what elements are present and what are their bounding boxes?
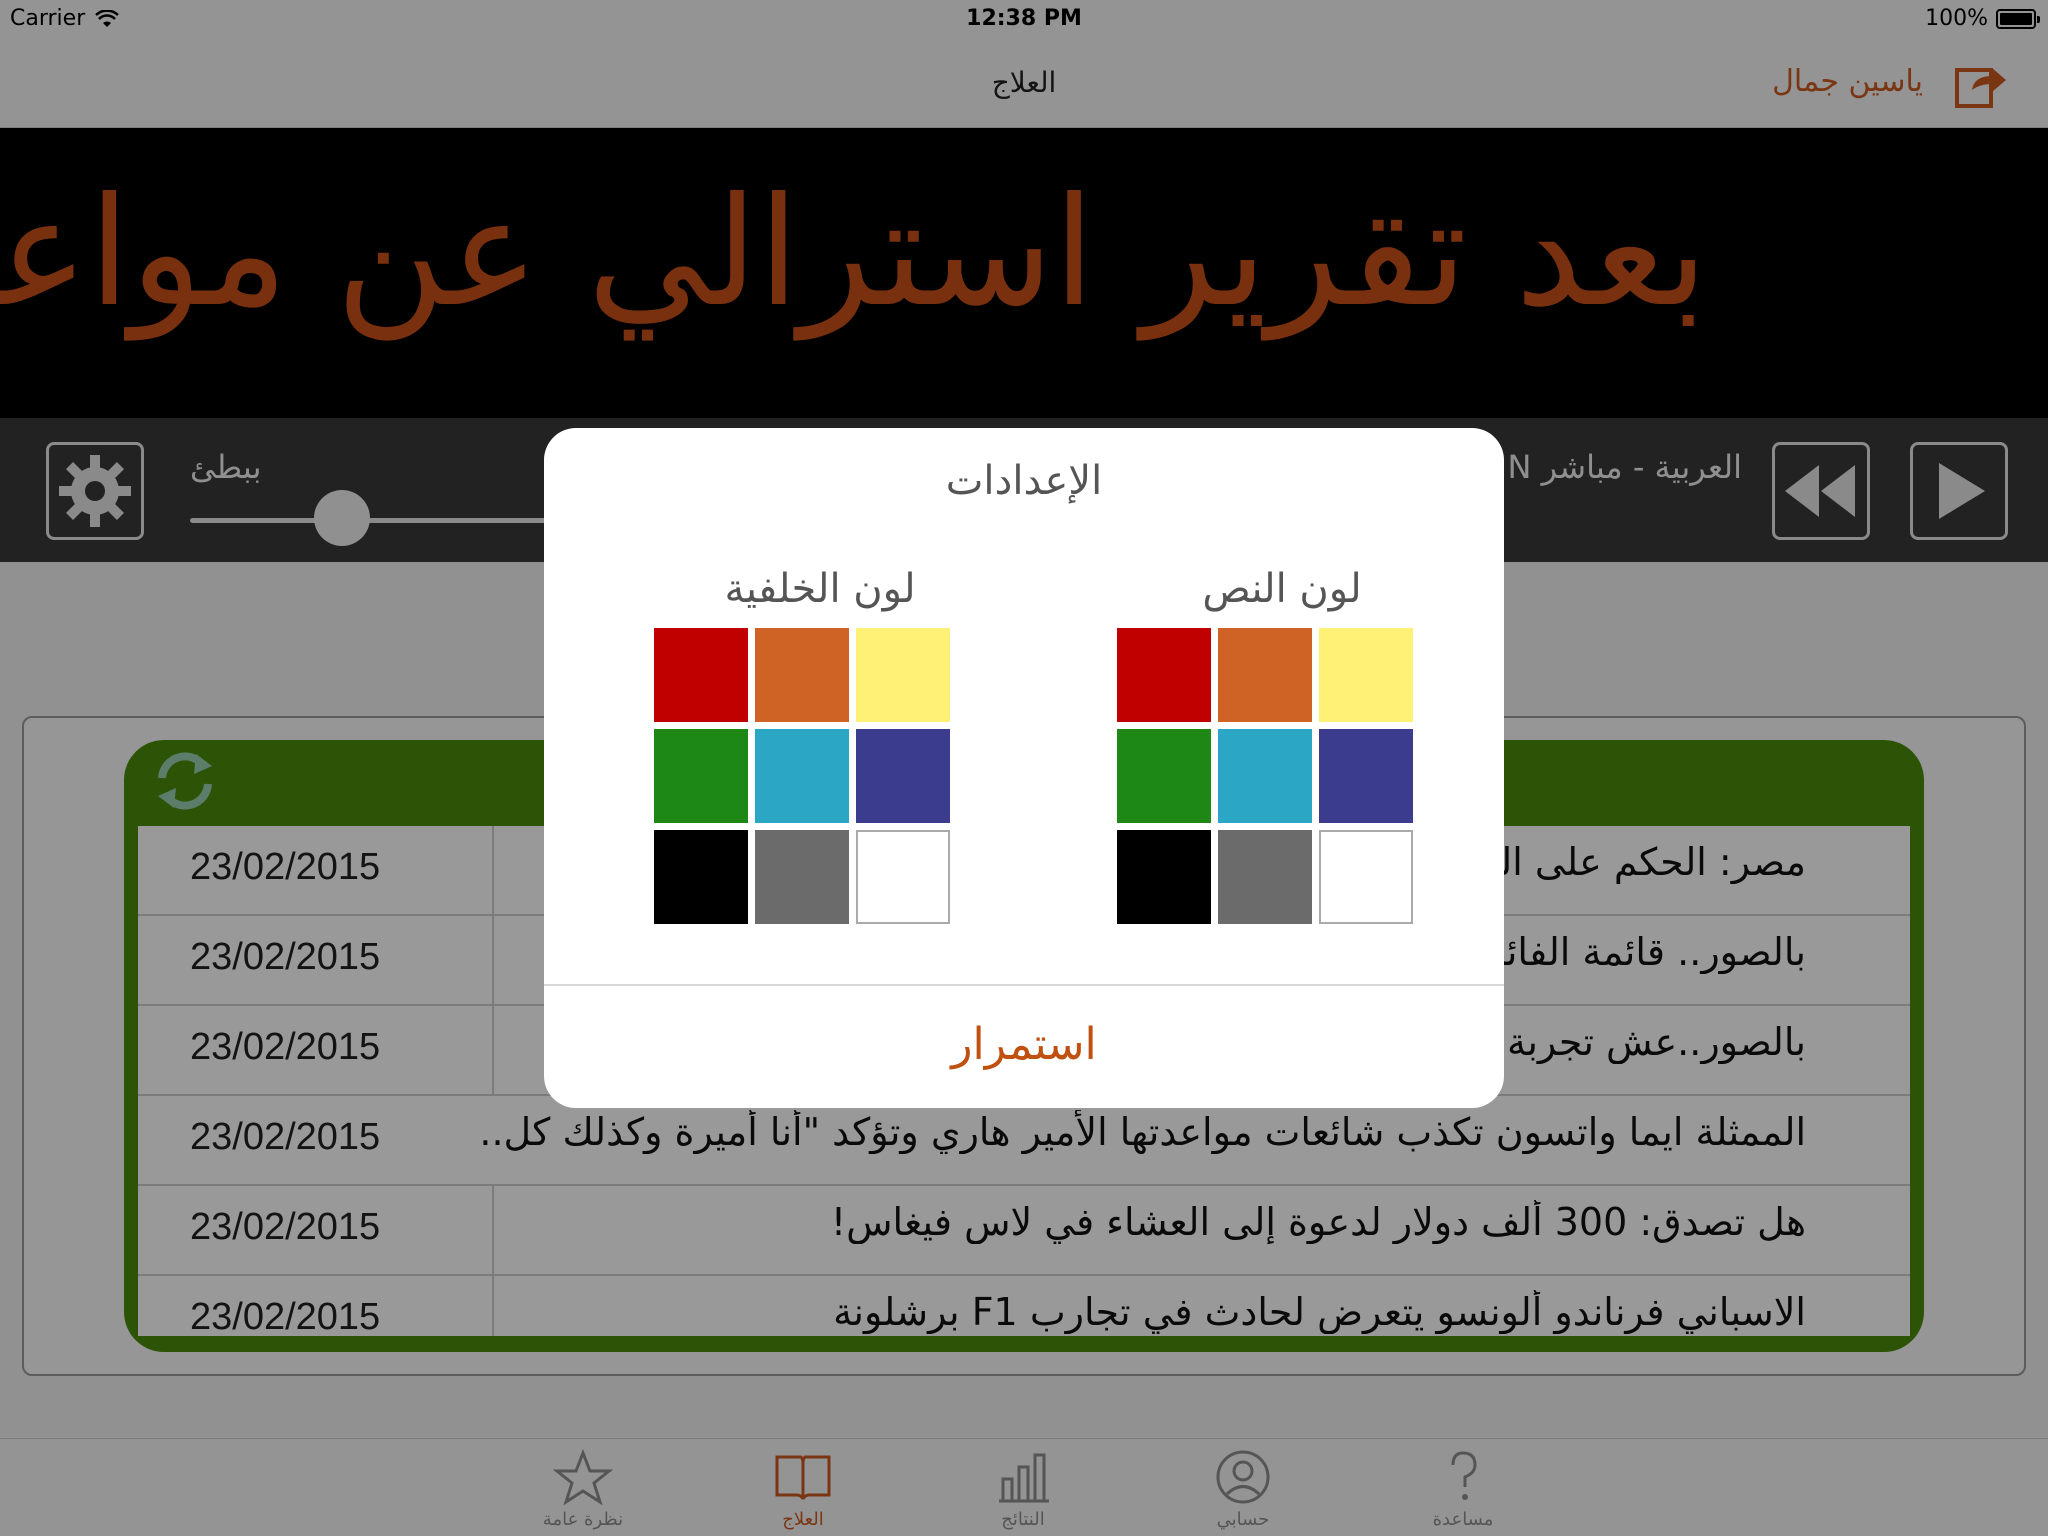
- text-color-swatch[interactable]: [1218, 628, 1312, 722]
- text-color-title: لون النص: [1202, 566, 1362, 612]
- text-color-swatch[interactable]: [1117, 729, 1211, 823]
- bg-color-swatch[interactable]: [654, 628, 748, 722]
- text-color-swatch[interactable]: [1117, 628, 1211, 722]
- background-color-title: لون الخلفية: [724, 566, 916, 612]
- dialog-title: الإعدادات: [945, 458, 1103, 504]
- text-color-palette: [1117, 628, 1413, 924]
- bg-color-swatch[interactable]: [755, 830, 849, 924]
- bg-color-swatch[interactable]: [755, 729, 849, 823]
- bg-color-swatch[interactable]: [755, 628, 849, 722]
- text-color-swatch[interactable]: [1319, 729, 1413, 823]
- bg-color-swatch[interactable]: [856, 628, 950, 722]
- bg-color-swatch[interactable]: [654, 830, 748, 924]
- settings-dialog: الإعدادات لون الخلفية لون النص استمرار: [544, 428, 1504, 1108]
- bg-color-swatch[interactable]: [856, 729, 950, 823]
- background-color-palette: [654, 628, 950, 924]
- bg-color-swatch[interactable]: [856, 830, 950, 924]
- text-color-swatch[interactable]: [1218, 830, 1312, 924]
- text-color-swatch[interactable]: [1319, 628, 1413, 722]
- text-color-swatch[interactable]: [1117, 830, 1211, 924]
- bg-color-swatch[interactable]: [654, 729, 748, 823]
- text-color-swatch[interactable]: [1319, 830, 1413, 924]
- continue-button[interactable]: استمرار: [544, 986, 1504, 1108]
- text-color-swatch[interactable]: [1218, 729, 1312, 823]
